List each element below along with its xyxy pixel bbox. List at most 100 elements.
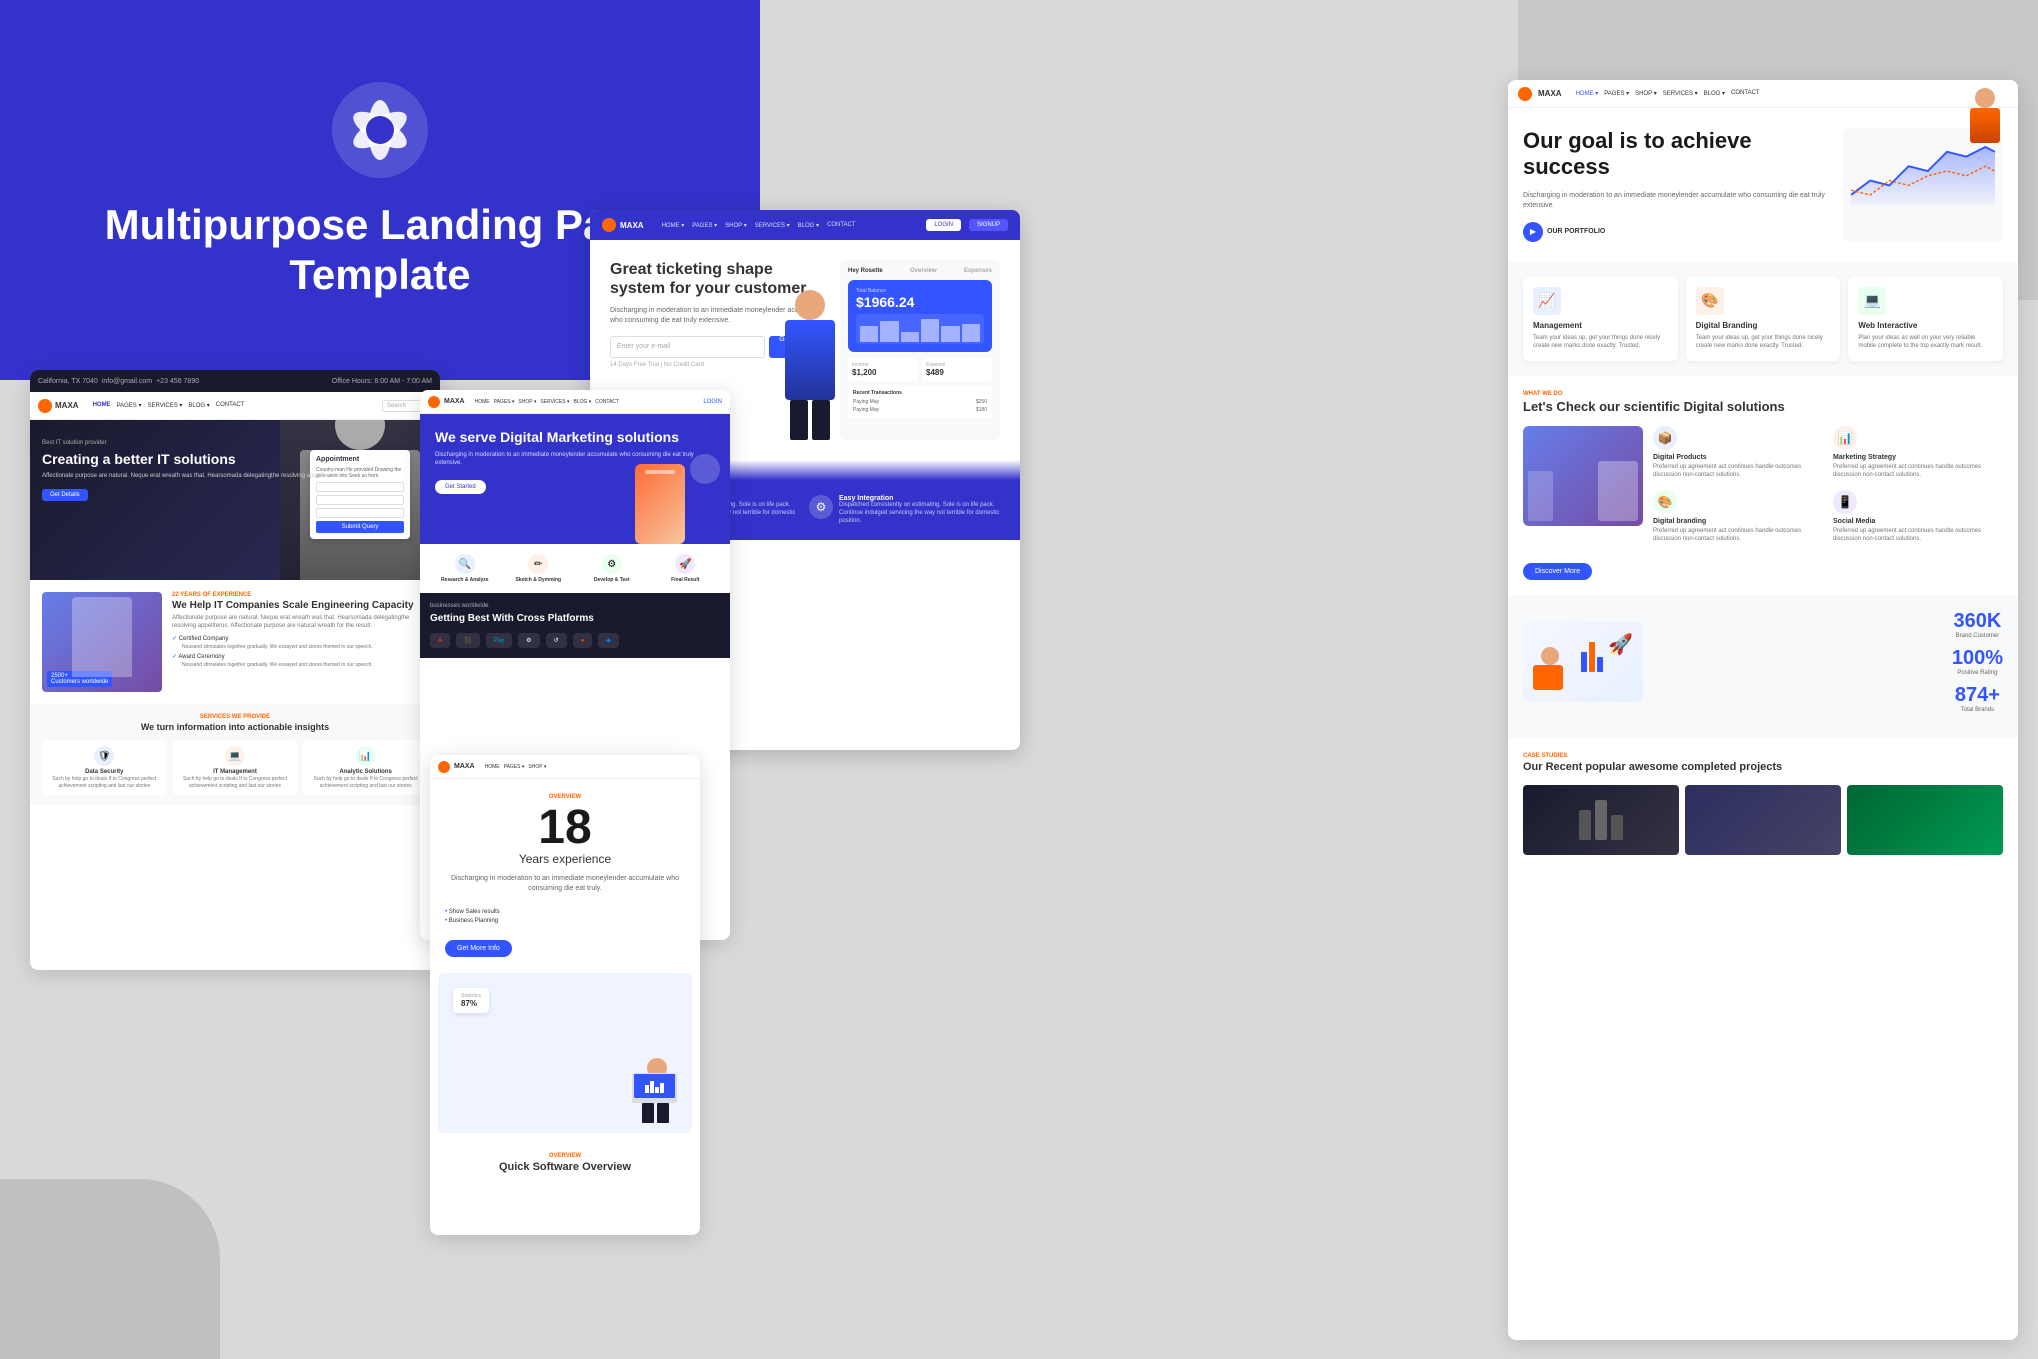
wwd-main-row: 📦 Digital Products Preferred up agreemen… — [1523, 426, 2003, 543]
dm-best-section: businesses worldwide. Getting Best With … — [420, 593, 730, 658]
project-2 — [1685, 785, 1841, 855]
it-nav[interactable]: MAXA HOME PAGES ▾ SERVICES ▾ BLOG ▾ CONT… — [30, 392, 440, 420]
service-card-analytics: 📊 Analytic Solutions Such by help go to … — [303, 740, 428, 795]
laptop-chart — [645, 1079, 664, 1093]
dm-nav-links: HOME PAGES ▾ SHOP ▾ SERVICES ▾ BLOG ▾ CO… — [475, 399, 619, 405]
final-icon: 🚀 — [675, 554, 695, 574]
bp-person-legs — [642, 1103, 672, 1123]
reddit-logo: ● — [573, 633, 593, 648]
easy-integration-icon: ⚙ — [809, 495, 833, 519]
login-btn[interactable]: LOGIN — [926, 219, 961, 231]
hero-person — [770, 290, 850, 440]
wwd-item-products: 📦 Digital Products Preferred up agreemen… — [1653, 426, 1823, 480]
it-section2-content: 22 YEARS OF EXPERIENCE We Help IT Compan… — [172, 592, 428, 692]
discover-more-btn[interactable]: Discover More — [1523, 563, 1592, 580]
meeting-people — [1579, 800, 1623, 840]
dm-steps: 🔍 Research & Analyze ✏ Sketch & Dymming … — [420, 544, 730, 593]
it-services-section: SERVICES WE PROVIDE We turn information … — [30, 704, 440, 805]
preview-right-our-goal: MAXA HOME ▾ PAGES ▾ SHOP ▾ SERVICES ▾ BL… — [1508, 80, 2018, 1340]
rp-service-web: 💻 Web Interactive Plan your ideas as wel… — [1848, 277, 2003, 361]
preview-left-it-solutions: California, TX 7040 info@gmail.com +23 4… — [30, 370, 440, 970]
dm-step-research: 🔍 Research & Analyze — [430, 554, 500, 583]
rp-nav-links: HOME ▾ PAGES ▾ SHOP ▾ SERVICES ▾ BLOG ▾ … — [1576, 90, 1760, 97]
rp-hero-content: Our goal is to achieve success Dischargi… — [1523, 128, 1833, 242]
get-details-btn[interactable]: Get Details — [42, 489, 88, 501]
wwd-item-marketing: 📊 Marketing Strategy Preferred up agreem… — [1833, 426, 2003, 480]
stats-illustration: 🚀 — [1523, 622, 1937, 702]
dash-row-1: Income $1,200 Expense $489 — [848, 358, 992, 381]
chart-person-body — [1970, 108, 2000, 143]
chart-person — [1960, 88, 2010, 148]
portfolio-btn-circle: ▶ — [1523, 222, 1543, 242]
phone-notch — [645, 470, 675, 474]
dm-step-develop: ⚙ Develop & Test — [577, 554, 647, 583]
bp-logo-circle — [438, 761, 450, 773]
person-legs-ct — [770, 400, 850, 440]
dm-hero: We serve Digital Marketing solutions Dis… — [420, 414, 730, 544]
person-body-ct — [785, 320, 835, 400]
portfolio-btn[interactable]: ▶ OUR PORTFOLIO — [1523, 222, 1833, 242]
sitting-person — [1533, 647, 1568, 697]
dash-header: Hey Rosette Overview Expenses — [848, 268, 992, 274]
preview-bottom-years: MAXA HOME PAGES ▾ SHOP ▾ OVERVIEW 18 Yea… — [430, 755, 700, 1235]
rp-recent-projects: CASE STUDIES Our Recent popular awesome … — [1508, 738, 2018, 869]
sitting-head — [1541, 647, 1559, 665]
bp-get-info-btn[interactable]: Get More Info — [445, 940, 512, 957]
it-hero-text: Best IT solution provider Creating a bet… — [42, 440, 338, 501]
woman-silhouette — [72, 597, 132, 677]
laptop-screen — [634, 1074, 675, 1098]
project-1 — [1523, 785, 1679, 855]
wwd-grid: 📦 Digital Products Preferred up agreemen… — [1653, 426, 2003, 543]
it-nav-links: HOME PAGES ▾ SERVICES ▾ BLOG ▾ CONTACT — [93, 402, 245, 409]
wwd-illustration — [1523, 426, 1643, 526]
rp-what-we-do: WHAT WE DO Let's Check our scientific Di… — [1508, 376, 2018, 596]
preview-container: California, TX 7040 info@gmail.com +23 4… — [0, 0, 2038, 1359]
email-input[interactable]: Enter your e-mail — [610, 336, 765, 358]
it-section2-image: 2500+ Customers worldwide — [42, 592, 162, 692]
stats-illus-box: 🚀 — [1523, 622, 1643, 702]
bp-nav[interactable]: MAXA HOME PAGES ▾ SHOP ▾ — [430, 755, 700, 779]
service-card-it: 💻 IT Management Such by help go to deals… — [173, 740, 298, 795]
signup-btn[interactable]: SIGNUP — [969, 219, 1008, 231]
management-icon: 📈 — [1533, 287, 1561, 315]
rp-services: 📈 Management Team your ideas up, get you… — [1508, 262, 2018, 376]
rp-service-branding: 🎨 Digital Branding Team your ideas up, g… — [1686, 277, 1841, 361]
bp-list: Show Sales results Business Planning — [430, 909, 700, 932]
branding-icon: 🎨 — [1696, 287, 1724, 315]
dm-logo-circle — [428, 396, 440, 408]
income-card: Income $1,200 — [848, 358, 918, 381]
it-mgmt-icon: 💻 — [225, 746, 245, 766]
products-icon: 📦 — [1653, 426, 1677, 450]
it-section2: 2500+ Customers worldwide 22 YEARS OF EX… — [30, 580, 440, 704]
qso-section: OVERVIEW Quick Software Overview — [430, 1141, 700, 1185]
it-services-grid: 🛡 Data Security Such by help go to deals… — [42, 740, 428, 795]
security-icon: 🛡 — [94, 746, 114, 766]
wwd-illus-bar — [1528, 471, 1553, 521]
wwd-illus-screen — [1598, 461, 1638, 521]
years-display: 18 — [445, 804, 685, 852]
expense-card: Expense $489 — [922, 358, 992, 381]
dm-login-btn[interactable]: LOGIN — [703, 399, 722, 405]
deco-circle1 — [690, 454, 720, 484]
dropbox-logo: ◆ — [598, 633, 619, 648]
d-branding-icon: 🎨 — [1653, 490, 1677, 514]
dept-field[interactable] — [316, 508, 404, 518]
rp-nav[interactable]: MAXA HOME ▾ PAGES ▾ SHOP ▾ SERVICES ▾ BL… — [1508, 80, 2018, 108]
ticketing-dashboard: Hey Rosette Overview Expenses Total Bala… — [840, 260, 1000, 440]
wwd-item-social: 📱 Social Media Preferred up agreement ac… — [1833, 490, 2003, 544]
ticketing-nav[interactable]: MAXA HOME ▾ PAGES ▾ SHOP ▾ SERVICES ▾ BL… — [590, 210, 1020, 240]
stats-numbers: 360K Brand Customer 100% Positive Rating… — [1952, 610, 2003, 713]
rp-stats: 🚀 360K Brand Customer — [1508, 595, 2018, 738]
stat-customers: 360K Brand Customer — [1952, 610, 2003, 639]
rocket-icon: 🚀 — [1608, 632, 1633, 657]
dm-get-started-btn[interactable]: Get Started — [435, 480, 486, 494]
develop-icon: ⚙ — [602, 554, 622, 574]
rp-hero-chart — [1843, 128, 2003, 242]
submit-query-btn[interactable]: Submit Query — [316, 521, 404, 533]
dm-nav[interactable]: MAXA HOME PAGES ▾ SHOP ▾ SERVICES ▾ BLOG… — [420, 390, 730, 414]
person-head — [335, 420, 385, 450]
social-icon: 📱 — [1833, 490, 1857, 514]
recent-transactions: Recent Transactions Paying May$250 Payin… — [848, 385, 992, 418]
research-icon: 🔍 — [455, 554, 475, 574]
rp-services-grid: 📈 Management Team your ideas up, get you… — [1523, 277, 2003, 361]
